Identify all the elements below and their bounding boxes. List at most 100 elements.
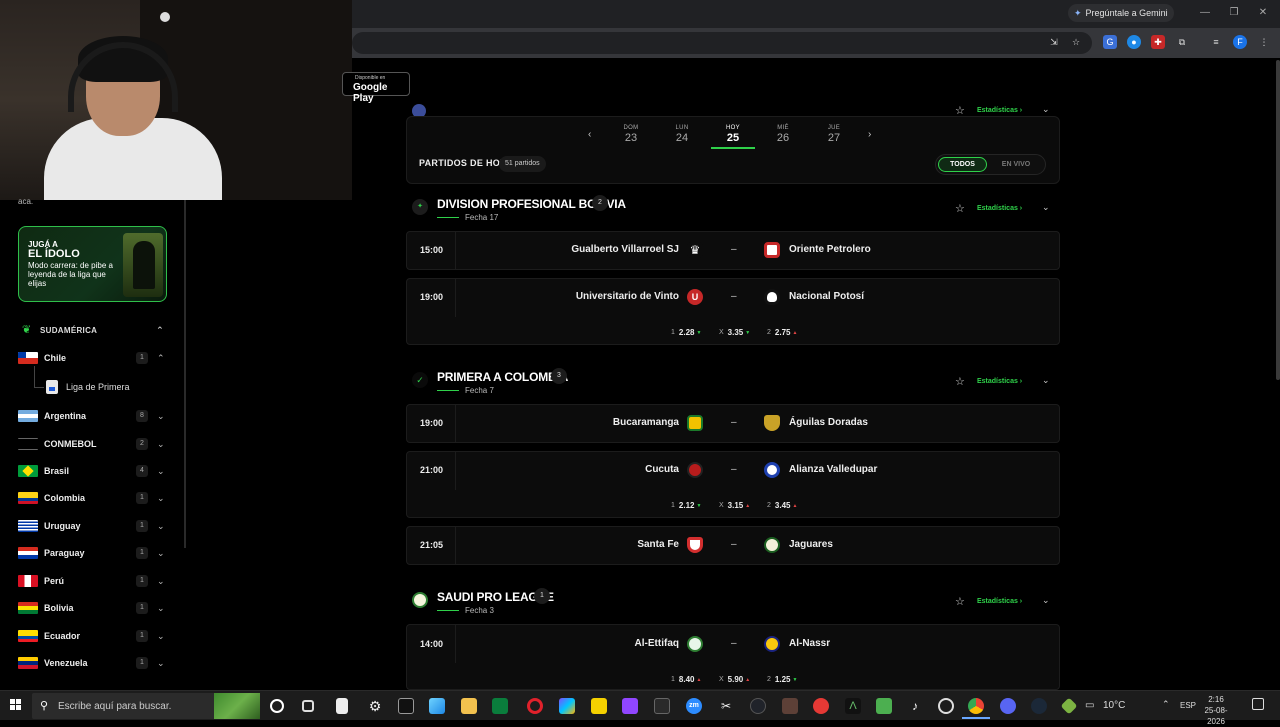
- odds-home[interactable]: 1 2.12 ▼: [671, 501, 719, 510]
- gemini-button[interactable]: ✦ Pregúntale a Gemini: [1068, 4, 1174, 22]
- app-icon[interactable]: [938, 698, 954, 714]
- weather-temp[interactable]: 10°C: [1103, 700, 1125, 711]
- day-tab[interactable]: LUN 24: [662, 125, 702, 144]
- chevron-down-icon[interactable]: ⌄: [1042, 104, 1050, 115]
- opera-icon[interactable]: [527, 698, 543, 714]
- app-icon[interactable]: [654, 698, 670, 714]
- page-scrollbar[interactable]: [1276, 60, 1280, 380]
- stats-link[interactable]: Estadísticas ›: [977, 598, 1022, 605]
- country-ecuador[interactable]: Ecuador 1 ⌄: [18, 626, 168, 646]
- address-bar[interactable]: [352, 32, 1092, 54]
- settings-gear-icon[interactable]: ⚙: [367, 698, 383, 714]
- country-argentina[interactable]: Argentina 8 ⌄: [18, 406, 168, 426]
- matches-count-badge: 51 partidos: [499, 156, 546, 172]
- extension-icon[interactable]: ●: [1127, 35, 1141, 49]
- sticky-notes-icon[interactable]: [591, 698, 607, 714]
- bookmark-star-icon[interactable]: ☆: [1069, 35, 1083, 49]
- google-play-badge[interactable]: Disponible en Google Play: [342, 72, 410, 104]
- twitch-icon[interactable]: [622, 698, 638, 714]
- chevron-down-icon[interactable]: ⌄: [1042, 595, 1050, 606]
- stats-link[interactable]: Estadísticas ›: [977, 378, 1022, 385]
- more-menu-icon[interactable]: ⋮: [1257, 35, 1271, 49]
- discord-icon[interactable]: [1000, 698, 1016, 714]
- zoom-icon[interactable]: zm: [686, 698, 702, 714]
- odds-home[interactable]: 1 8.40 ▲: [671, 675, 719, 684]
- install-app-icon[interactable]: ⇲: [1047, 35, 1061, 49]
- odds-draw[interactable]: X 3.35 ▼: [719, 328, 767, 337]
- region-header[interactable]: ❦ SUDAMÉRICA ⌃: [18, 322, 168, 338]
- filter-all-button[interactable]: TODOS: [938, 157, 987, 172]
- chevron-left-icon[interactable]: ‹: [588, 129, 591, 140]
- favorite-star-icon[interactable]: ☆: [955, 595, 965, 608]
- country-venezuela[interactable]: Venezuela 1 ⌄: [18, 653, 168, 673]
- odds-away[interactable]: 2 3.45 ▲: [767, 501, 815, 510]
- taskbar-clock[interactable]: 2:16 25-08-2026: [1200, 694, 1232, 727]
- app-icon[interactable]: Λ: [845, 698, 861, 714]
- country-bolivia[interactable]: Bolivia 1 ⌄: [18, 598, 168, 618]
- country-uruguay[interactable]: Uruguay 1 ⌄: [18, 516, 168, 536]
- match-row[interactable]: 19:00 Bucaramanga – Águilas Doradas: [406, 404, 1060, 443]
- app-icon[interactable]: [750, 698, 766, 714]
- windows-start-icon[interactable]: [10, 699, 22, 711]
- minimize-icon[interactable]: —: [1198, 6, 1212, 20]
- capcut-icon[interactable]: ✂: [718, 698, 734, 714]
- day-tab[interactable]: MIÉ 26: [763, 125, 803, 144]
- chevron-right-icon[interactable]: ›: [868, 129, 871, 140]
- tiktok-icon[interactable]: ♪: [907, 698, 923, 714]
- country-conmebol[interactable]: CONMEBOL 2 ⌄: [18, 434, 168, 454]
- chevron-down-icon[interactable]: ⌄: [1042, 202, 1050, 213]
- day-tab[interactable]: DOM 23: [611, 125, 651, 144]
- odds-draw[interactable]: X 5.90 ▲: [719, 675, 767, 684]
- country-brasil[interactable]: Brasil 4 ⌄: [18, 461, 168, 481]
- app-icon[interactable]: [782, 698, 798, 714]
- favorite-star-icon[interactable]: ☆: [955, 202, 965, 215]
- reading-list-icon[interactable]: ≡: [1209, 35, 1223, 49]
- league-round: Fecha 7: [465, 386, 494, 395]
- odds-away[interactable]: 2 2.75 ▲: [767, 328, 815, 337]
- app-icon[interactable]: [813, 698, 829, 714]
- country-colombia[interactable]: Colombia 1 ⌄: [18, 488, 168, 508]
- stats-link[interactable]: Estadísticas ›: [977, 107, 1022, 114]
- country-chile[interactable]: Chile 1 ⌃: [18, 348, 168, 368]
- app-icon[interactable]: [492, 698, 508, 714]
- match-row[interactable]: 21:00 Cucuta – Alianza Valledupar 1 2.12 ▼…: [406, 451, 1060, 518]
- steam-icon[interactable]: [1031, 698, 1047, 714]
- maximize-icon[interactable]: ❐: [1227, 6, 1241, 20]
- odds-draw[interactable]: X 3.15 ▲: [719, 501, 767, 510]
- odds-away[interactable]: 2 1.25 ▼: [767, 675, 815, 684]
- stats-link[interactable]: Estadísticas ›: [977, 205, 1022, 212]
- filter-live-button[interactable]: EN VIVO: [990, 157, 1042, 172]
- match-row[interactable]: 15:00 Gualberto Villarroel SJ ♛ – Orient…: [406, 231, 1060, 270]
- match-row[interactable]: 19:00 Universitario de Vinto U – Naciona…: [406, 278, 1060, 345]
- favorite-star-icon[interactable]: ☆: [955, 375, 965, 388]
- odds-home[interactable]: 1 2.28 ▼: [671, 328, 719, 337]
- tray-chevron-up-icon[interactable]: ⌃: [1162, 699, 1170, 710]
- profile-avatar[interactable]: F: [1233, 35, 1247, 49]
- day-tab[interactable]: JUE 27: [814, 125, 854, 144]
- extension-red-icon[interactable]: ✚: [1151, 35, 1165, 49]
- chrome-icon[interactable]: [968, 698, 984, 714]
- language-indicator[interactable]: ESP: [1180, 701, 1196, 710]
- day-tab-today[interactable]: HOY 25: [713, 125, 753, 144]
- match-row[interactable]: 14:00 Al-Ettifaq – Al-Nassr 1 8.40 ▲ X 5.90…: [406, 624, 1060, 690]
- country-peru[interactable]: Perú 1 ⌄: [18, 571, 168, 591]
- file-icon[interactable]: [336, 698, 348, 714]
- league-title[interactable]: PRIMERA A COLOMBIA: [437, 370, 568, 384]
- notification-icon[interactable]: [1252, 698, 1264, 710]
- extensions-puzzle-icon[interactable]: ⧉: [1175, 35, 1189, 49]
- country-paraguay[interactable]: Paraguay 1 ⌄: [18, 543, 168, 563]
- file-explorer-icon[interactable]: [461, 698, 477, 714]
- task-view-icon[interactable]: [302, 700, 314, 712]
- translate-extension-icon[interactable]: G: [1103, 35, 1117, 49]
- match-row[interactable]: 21:05 Santa Fe – Jaguares: [406, 526, 1060, 565]
- promo-banner[interactable]: JUGÁ A EL ÍDOLO Modo carrera: de pibe a …: [18, 226, 167, 302]
- app-icon[interactable]: [398, 698, 414, 714]
- cortana-icon[interactable]: [270, 699, 284, 713]
- close-icon[interactable]: ✕: [1256, 6, 1270, 20]
- chevron-down-icon[interactable]: ⌄: [1042, 375, 1050, 386]
- app-icon[interactable]: [429, 698, 445, 714]
- minecraft-icon[interactable]: [876, 698, 892, 714]
- copilot-icon[interactable]: [559, 698, 575, 714]
- sidebar-league-liga-de-primera[interactable]: Liga de Primera: [46, 378, 130, 396]
- sidebar-scrollbar[interactable]: [184, 200, 186, 548]
